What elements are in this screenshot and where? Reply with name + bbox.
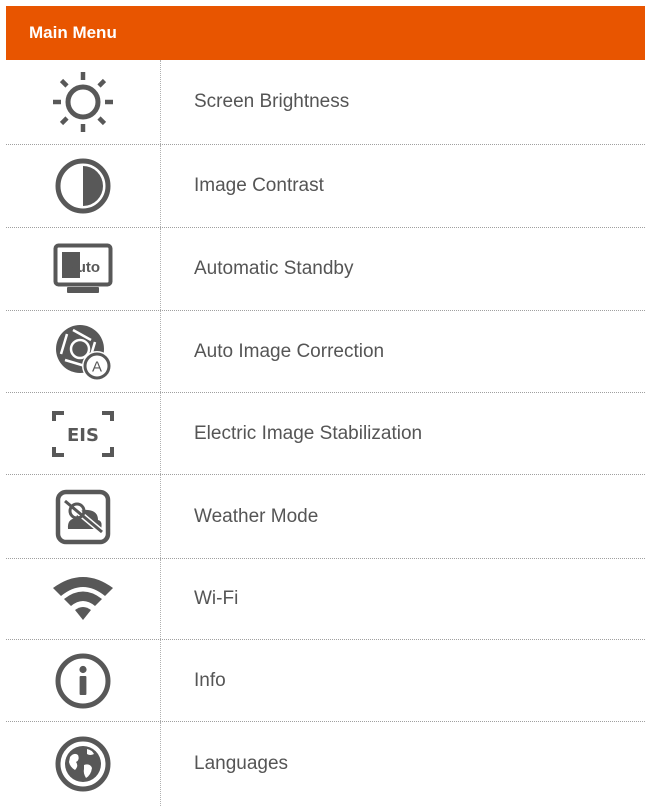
wifi-icon [53,577,113,620]
eis-icon: EIS [52,410,114,457]
menu-row-languages[interactable]: Languages [6,722,645,806]
menu-row-electric-image-stabilization[interactable]: EIS Electric Image Stabilization [6,393,645,475]
menu-label-screen-brightness: Screen Brightness [194,91,350,112]
auto-monitor-icon: Auto [53,243,113,293]
icon-cell [6,60,161,144]
icon-cell [6,475,161,558]
icon-cell: EIS [6,393,161,474]
contrast-icon [55,158,111,214]
menu-row-image-contrast[interactable]: Image Contrast [6,145,645,228]
eis-icon-text: EIS [67,425,99,446]
main-menu-title: Main Menu [29,23,117,42]
info-icon [55,653,111,708]
shutter-auto-text: A [92,358,102,375]
main-menu-table: Main Menu Screen Brightness Image Contra… [6,6,645,806]
menu-label-electric-image-stabilization: Electric Image Stabilization [194,422,423,444]
menu-row-weather-mode[interactable]: Weather Mode [6,475,645,559]
icon-cell: A [6,311,161,392]
icon-cell [6,722,161,806]
menu-row-wi-fi[interactable]: Wi-Fi [6,559,645,640]
menu-label-info: Info [194,669,226,691]
menu-label-image-contrast: Image Contrast [194,175,324,196]
shutter-auto-icon: A [56,324,112,381]
menu-label-auto-image-correction: Auto Image Correction [194,340,385,362]
menu-label-languages: Languages [194,753,289,774]
menu-row-info[interactable]: Info [6,640,645,722]
main-menu-header: Main Menu [6,6,645,60]
icon-cell [6,145,161,227]
icon-cell: Auto [6,228,161,310]
icon-cell [6,559,161,639]
menu-row-automatic-standby[interactable]: Auto Automatic Standby [6,228,645,311]
weather-icon [55,489,111,544]
menu-row-auto-image-correction[interactable]: A Auto Image Correction [6,311,645,393]
menu-label-wi-fi: Wi-Fi [194,588,239,609]
menu-label-weather-mode: Weather Mode [194,505,319,527]
auto-icon-text: Auto [66,259,100,276]
icon-cell [6,640,161,721]
sun-icon [53,72,113,132]
menu-label-automatic-standby: Automatic Standby [194,258,354,279]
menu-row-screen-brightness[interactable]: Screen Brightness [6,60,645,145]
globe-icon [55,736,111,792]
